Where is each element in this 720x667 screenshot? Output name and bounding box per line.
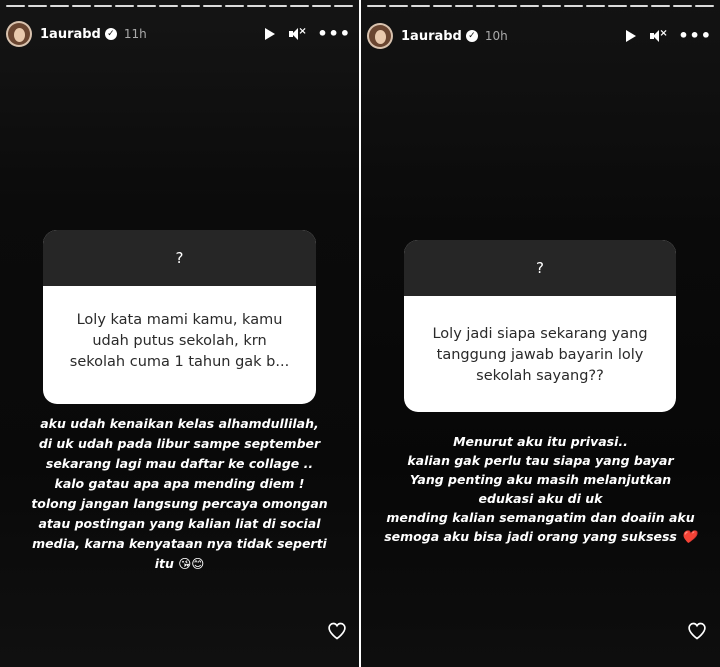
answer-text: aku udah kenaikan kelas alhamdullilah, d…: [0, 414, 359, 574]
answer-line: atau postingan yang kalian liat di socia…: [38, 516, 321, 531]
question-sticker: ? Loly kata mami kamu, kamu udah putus s…: [43, 230, 316, 404]
question-text-line: Loly kata mami kamu, kamu: [76, 312, 283, 328]
play-icon[interactable]: [265, 28, 276, 40]
question-sticker: ? Loly jadi siapa sekarang yang tanggung…: [404, 240, 676, 412]
more-options-icon[interactable]: •••: [317, 26, 351, 42]
answer-line: aku udah kenaikan kelas alhamdullilah,: [40, 416, 319, 431]
question-text-line: tanggung jawab bayarin loly: [436, 347, 644, 363]
story-progress-bar: [367, 5, 714, 7]
question-text-line: udah putus sekolah, krn: [92, 333, 267, 349]
username[interactable]: 1aurabd: [401, 29, 462, 44]
avatar[interactable]: [6, 21, 32, 47]
verified-badge-icon: ✓: [104, 28, 117, 40]
question-text-line: sekolah sayang??: [476, 368, 604, 384]
answer-line: sekarang lagi mau daftar ke collage ..: [45, 456, 314, 471]
story-header: 1aurabd ✓ 10h × •••: [367, 20, 712, 52]
verified-badge-icon: ✓: [465, 30, 478, 42]
question-sticker-header: ?: [43, 230, 316, 286]
answer-line: kalian gak perlu tau siapa yang bayar: [407, 453, 674, 468]
answer-line: Yang penting aku masih melanjutkan: [409, 472, 672, 487]
play-icon[interactable]: [626, 30, 637, 42]
more-options-icon[interactable]: •••: [678, 28, 712, 44]
answer-line: Menurut aku itu privasi..: [453, 434, 628, 449]
story-header: 1aurabd ✓ 11h × •••: [6, 18, 351, 50]
answer-line: tolong jangan langsung percaya omongan: [31, 496, 328, 511]
like-heart-icon[interactable]: [327, 621, 347, 641]
question-sticker-header: ?: [404, 240, 676, 296]
mute-icon[interactable]: ×: [650, 28, 668, 42]
question-text-line: Loly jadi siapa sekarang yang: [432, 326, 648, 342]
answer-text: Menurut aku itu privasi.. kalian gak per…: [361, 432, 720, 546]
answer-line: di uk udah pada libur sampe september: [38, 436, 321, 451]
post-time: 11h: [123, 27, 147, 41]
question-text-line: sekolah cuma 1 tahun gak b...: [69, 354, 290, 370]
answer-line: mending kalian semangatim dan doaiin aku: [386, 510, 695, 525]
mute-icon[interactable]: ×: [289, 26, 307, 40]
answer-line: media, karna kenyataan nya tidak seperti: [32, 536, 327, 551]
post-time: 10h: [484, 29, 508, 43]
story-panel-left[interactable]: 1aurabd ✓ 11h × ••• ? Loly kata mami kam…: [0, 0, 359, 667]
like-heart-icon[interactable]: [687, 621, 707, 641]
answer-line: semoga aku bisa jadi orang yang suksess …: [384, 529, 697, 544]
story-progress-bar: [6, 5, 353, 7]
username[interactable]: 1aurabd: [40, 27, 101, 42]
story-panel-right[interactable]: 1aurabd ✓ 10h × ••• ? Loly jadi siapa se…: [361, 0, 720, 667]
answer-line: kalo gatau apa apa mending diem !: [54, 476, 305, 491]
answer-line: itu 😘😊: [154, 556, 205, 571]
avatar[interactable]: [367, 23, 393, 49]
answer-line: edukasi aku di uk: [478, 491, 603, 506]
